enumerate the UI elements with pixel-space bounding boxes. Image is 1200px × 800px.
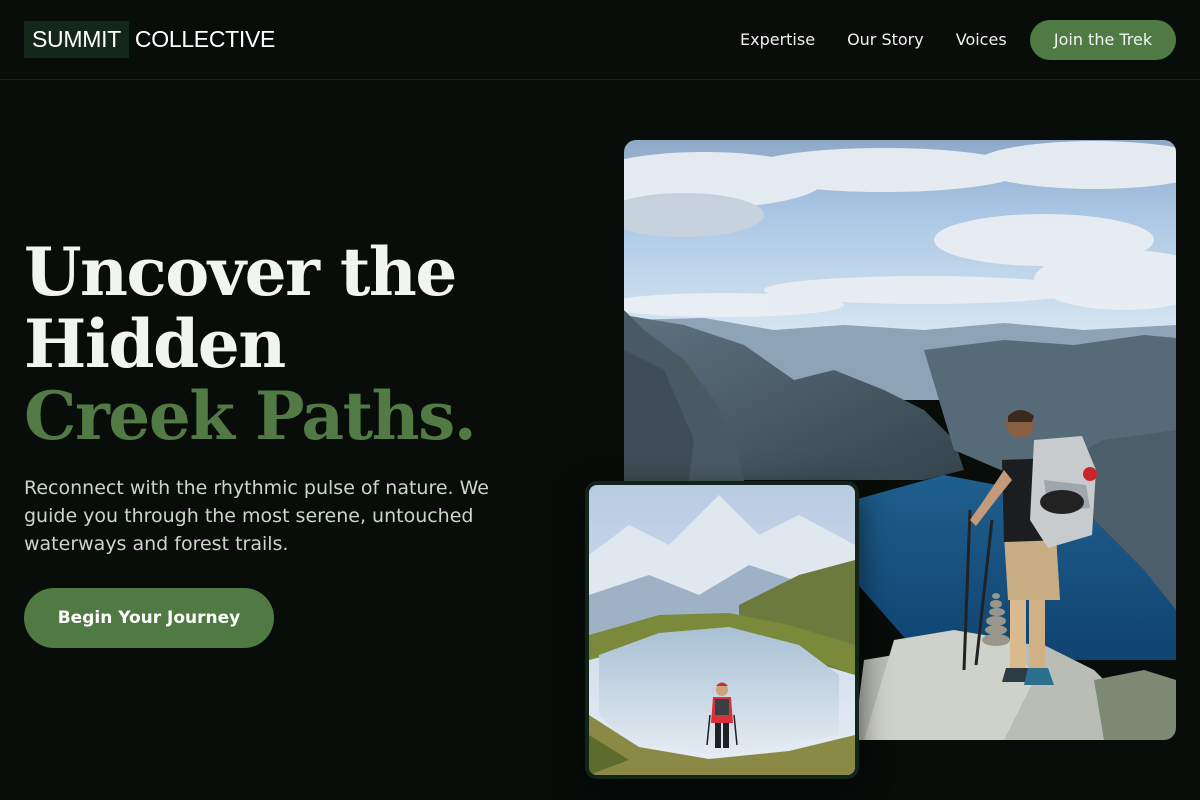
join-the-trek-button[interactable]: Join the Trek xyxy=(1030,20,1176,60)
headline-line-1: Uncover the xyxy=(24,233,457,311)
top-navigation: SUMMIT COLLECTIVE Expertise Our Story Vo… xyxy=(0,0,1200,80)
headline-line-2: Hidden xyxy=(24,305,286,383)
hero-lead-text: Reconnect with the rhythmic pulse of nat… xyxy=(24,477,489,555)
brand-logo[interactable]: SUMMIT COLLECTIVE xyxy=(24,21,275,58)
alpine-lake-illustration xyxy=(589,485,855,775)
nav-links: Expertise Our Story Voices xyxy=(740,30,1007,49)
begin-your-journey-button[interactable]: Begin Your Journey xyxy=(24,588,274,648)
headline-accent-line: Creek Paths. xyxy=(24,377,477,455)
brand-logo-text: COLLECTIVE xyxy=(134,26,276,52)
secondary-image-alpine-lake xyxy=(585,481,859,779)
nav-link-voices[interactable]: Voices xyxy=(956,30,1007,49)
nav-link-our-story[interactable]: Our Story xyxy=(847,30,924,49)
nav-link-expertise[interactable]: Expertise xyxy=(740,30,815,49)
hero-headline: Uncover the Hidden Creek Paths. xyxy=(24,236,584,452)
brand-logo-box: SUMMIT xyxy=(24,21,129,58)
